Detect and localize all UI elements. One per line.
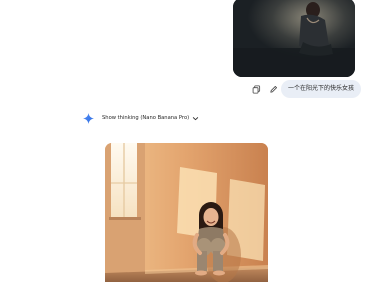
copy-button[interactable] [251, 84, 262, 95]
gemini-spark-icon [83, 112, 94, 124]
user-message-bubble: 一个在阳光下的快乐女孩 [281, 80, 362, 98]
copy-icon [252, 85, 261, 94]
chat-page: 一个在阳光下的快乐女孩 Show thinking (Nano Banana P… [0, 0, 380, 282]
user-image-graphic [233, 0, 355, 77]
edit-button[interactable] [268, 84, 279, 95]
edit-icon [270, 86, 277, 93]
message-actions [251, 84, 279, 95]
chevron-down-icon [192, 115, 199, 122]
show-thinking-label: Show thinking (Nano Banana Pro) [102, 115, 190, 121]
user-attached-image[interactable] [233, 0, 355, 77]
show-thinking-toggle[interactable]: Show thinking (Nano Banana Pro) [102, 115, 199, 122]
generated-image[interactable] [105, 143, 268, 282]
generated-image-graphic [105, 143, 268, 282]
assistant-header: Show thinking (Nano Banana Pro) [83, 112, 199, 124]
